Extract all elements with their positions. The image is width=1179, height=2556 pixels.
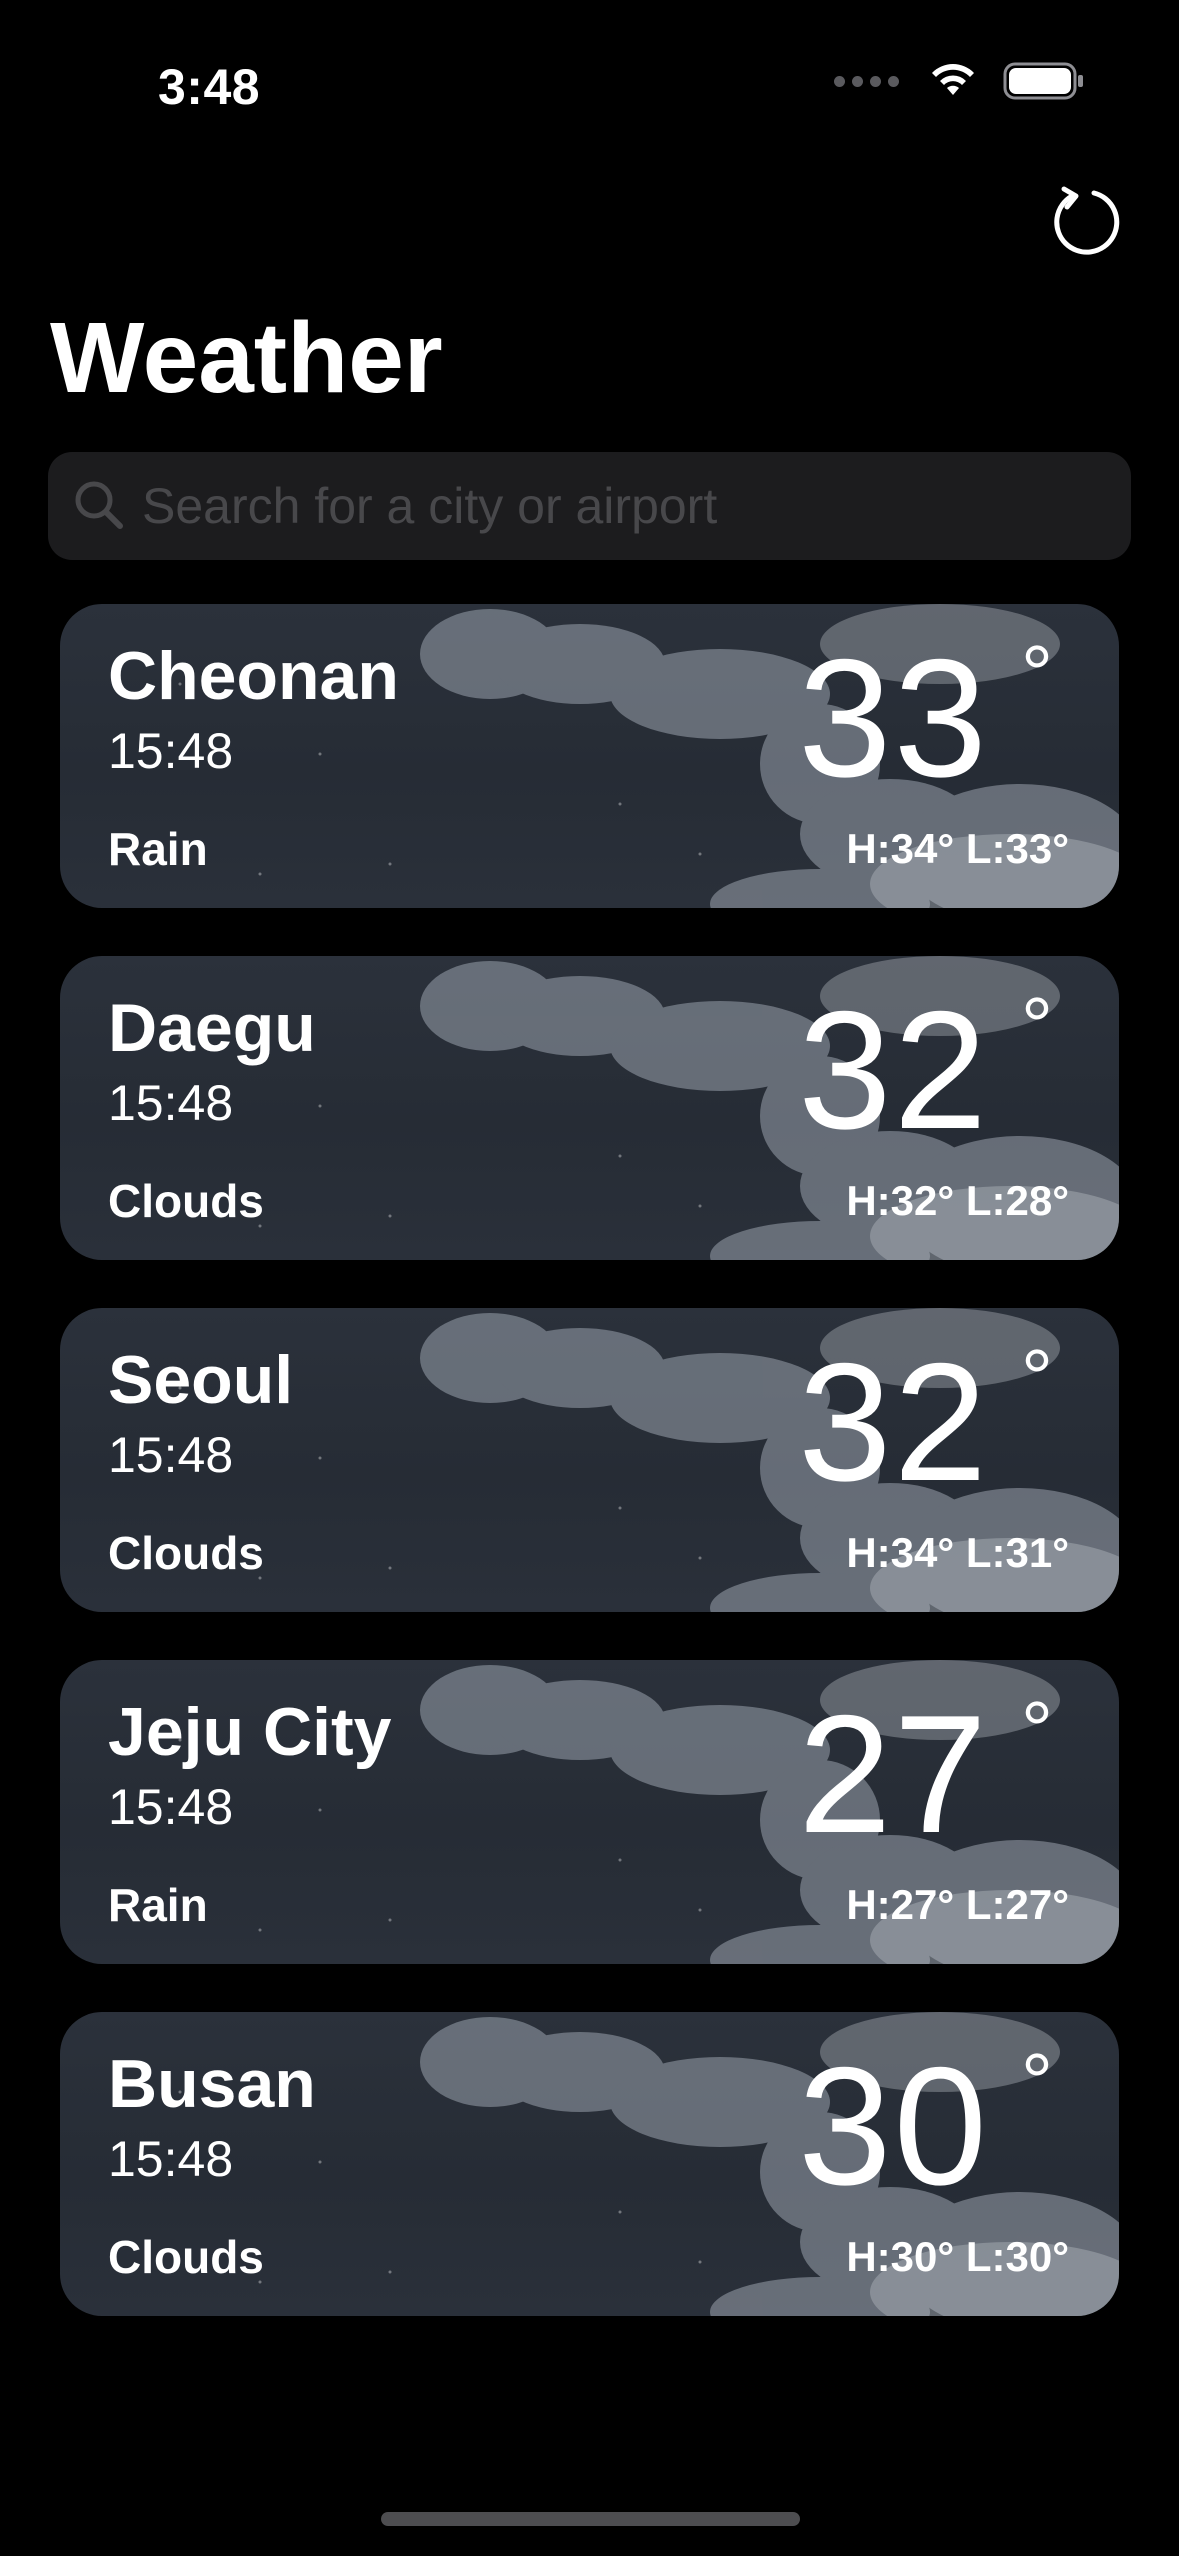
current-temperature: 32 — [798, 976, 989, 1164]
high-low-temperature: H:27° L:27° — [846, 1881, 1069, 1928]
current-temperature: 27 — [798, 1680, 989, 1868]
city-card-seoul[interactable]: Seoul 15:48 Clouds 32 ° H:34° L:31° — [60, 1308, 1119, 1612]
search-bar[interactable] — [48, 452, 1131, 560]
degree-symbol: ° — [1021, 1333, 1053, 1422]
high-low-temperature: H:32° L:28° — [846, 1177, 1069, 1224]
status-icons — [834, 62, 1085, 100]
degree-symbol: ° — [1021, 981, 1053, 1070]
home-indicator[interactable] — [381, 2512, 800, 2526]
weather-condition: Clouds — [108, 1175, 264, 1227]
city-name: Busan — [108, 2046, 316, 2122]
weather-screen: 3:48 Weather Search for a city or airpor… — [0, 0, 1179, 2556]
search-input[interactable] — [142, 452, 1102, 560]
city-local-time: 15:48 — [108, 2131, 234, 2187]
city-card-jeju-city[interactable]: Jeju City 15:48 Rain 27 ° H:27° L:27° — [60, 1660, 1119, 1964]
weather-condition: Rain — [108, 1879, 208, 1931]
battery-icon — [1003, 62, 1085, 100]
status-time: 3:48 — [158, 59, 261, 115]
city-card-daegu[interactable]: Daegu 15:48 Clouds 32 ° H:32° L:28° — [60, 956, 1119, 1260]
high-low-temperature: H:30° L:30° — [846, 2233, 1069, 2280]
weather-condition: Rain — [108, 823, 208, 875]
current-temperature: 32 — [798, 1328, 989, 1516]
cellular-signal-icon — [834, 75, 899, 87]
city-card-cheonan[interactable]: Cheonan 15:48 Rain 33 ° H:34° L:33° — [60, 604, 1119, 908]
city-local-time: 15:48 — [108, 723, 234, 779]
current-temperature: 30 — [798, 2032, 989, 2220]
degree-symbol: ° — [1021, 629, 1053, 718]
city-list: Cheonan 15:48 Rain 33 ° H:34° L:33° Daeg… — [60, 604, 1119, 2364]
wifi-icon — [929, 63, 977, 99]
city-card-busan[interactable]: Busan 15:48 Clouds 30 ° H:30° L:30° — [60, 2012, 1119, 2316]
degree-symbol: ° — [1021, 1685, 1053, 1774]
city-name: Jeju City — [108, 1694, 392, 1770]
city-local-time: 15:48 — [108, 1075, 234, 1131]
city-local-time: 15:48 — [108, 1779, 234, 1835]
high-low-temperature: H:34° L:31° — [846, 1529, 1069, 1576]
current-temperature: 33 — [798, 624, 989, 812]
city-name: Seoul — [108, 1342, 294, 1418]
refresh-icon — [1050, 185, 1122, 262]
refresh-button[interactable] — [1045, 182, 1127, 264]
status-bar: 3:48 — [0, 0, 1179, 150]
degree-symbol: ° — [1021, 2037, 1053, 2126]
city-name: Daegu — [108, 990, 316, 1066]
city-name: Cheonan — [108, 638, 399, 714]
city-local-time: 15:48 — [108, 1427, 234, 1483]
weather-condition: Clouds — [108, 2231, 264, 2283]
search-icon — [72, 478, 128, 539]
weather-condition: Clouds — [108, 1527, 264, 1579]
high-low-temperature: H:34° L:33° — [846, 825, 1069, 872]
page-title: Weather — [50, 302, 443, 414]
